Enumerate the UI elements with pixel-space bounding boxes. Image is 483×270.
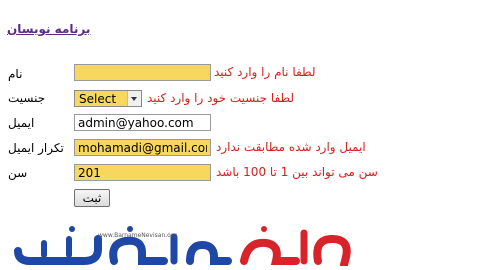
email-confirm-label: تکرار ایمیل (8, 141, 64, 155)
email-label: ایمیل (8, 116, 35, 130)
age-label: سن (8, 166, 28, 180)
name-label: نام (8, 67, 23, 81)
email-confirm-error: ایمیل وارد شده مطابقت ندارد (216, 140, 366, 154)
gender-error: لطفا جنسیت خود را وارد کنید (147, 91, 295, 105)
submit-button[interactable]: ثبت (74, 189, 110, 207)
email-confirm-input[interactable] (74, 139, 211, 156)
chevron-down-icon[interactable] (127, 91, 141, 106)
gender-select[interactable]: Select (74, 90, 142, 107)
name-error: لطفا نام را وارد کنید (214, 65, 316, 79)
name-input[interactable] (74, 64, 211, 81)
age-input[interactable] (74, 164, 211, 181)
site-logo: www.BarnameNevisan.org (14, 226, 351, 266)
page-title[interactable]: برنامه نویسان (7, 22, 90, 36)
gender-selected-value: Select (79, 92, 117, 106)
logo-url: www.BarnameNevisan.org (98, 232, 177, 239)
age-error: سن می تواند بین 1 تا 100 باشد (216, 165, 378, 179)
email-input[interactable] (74, 114, 211, 131)
gender-label: جنسیت (8, 91, 46, 105)
